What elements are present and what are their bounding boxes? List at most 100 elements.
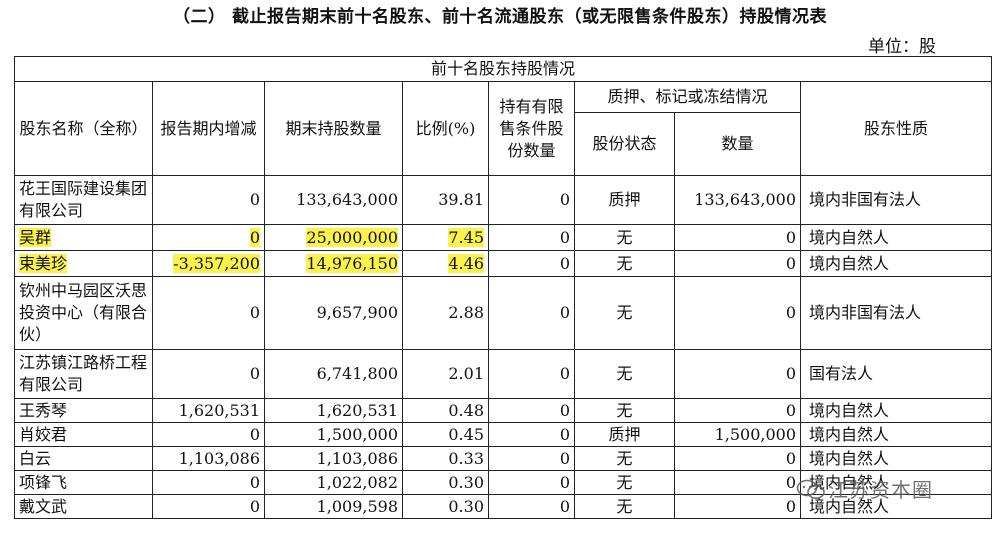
page-title: （二） 截止报告期末前十名股东、前十名流通股东（或无限售条件股东）持股情况表 bbox=[173, 7, 827, 27]
cell-restricted: 0 bbox=[488, 446, 575, 471]
cell-qty: 0 bbox=[674, 446, 801, 471]
header-pledge-group: 质押、标记或冻结情况 bbox=[574, 81, 801, 113]
table-row: 江苏镇江路桥工程有限公司 0 6,741,800 2.01 0 无 0 国有法人 bbox=[14, 349, 993, 399]
cell-ratio: 39.81 bbox=[402, 175, 489, 225]
cell-restricted: 0 bbox=[488, 224, 575, 251]
cell-change: 0 bbox=[152, 175, 265, 225]
cell-change: 1,620,531 bbox=[152, 398, 265, 423]
cell-status: 无 bbox=[574, 349, 675, 399]
cell-qty: 1,500,000 bbox=[674, 422, 801, 447]
cell-qty: 0 bbox=[674, 470, 801, 495]
cell-holdings: 9,657,900 bbox=[264, 276, 403, 350]
cell-ratio: 0.33 bbox=[402, 446, 489, 471]
watermark-text: 江苏资本圈 bbox=[828, 478, 933, 502]
cell-nature: 境内非国有法人 bbox=[799, 175, 993, 225]
cell-holdings: 6,741,800 bbox=[264, 349, 403, 399]
cell-name: 项锋飞 bbox=[14, 470, 153, 495]
watermark: 江苏资本圈 bbox=[796, 474, 933, 503]
cell-restricted: 0 bbox=[488, 250, 575, 277]
cell-name: 钦州中马园区沃思投资中心（有限合伙） bbox=[14, 276, 153, 350]
cell-status: 无 bbox=[574, 224, 675, 251]
header-pledge-qty: 数量 bbox=[674, 112, 801, 176]
cell-nature: 境内自然人 bbox=[799, 398, 993, 423]
cell-name: 戴文武 bbox=[14, 494, 153, 519]
header-ratio: 比例(%) bbox=[402, 81, 489, 176]
cell-restricted: 0 bbox=[488, 349, 575, 399]
cell-status: 无 bbox=[574, 398, 675, 423]
cell-name: 肖姣君 bbox=[14, 422, 153, 447]
cell-nature: 境内非国有法人 bbox=[799, 276, 993, 350]
cell-qty: 0 bbox=[674, 494, 801, 519]
cell-status: 无 bbox=[574, 446, 675, 471]
cell-status: 无 bbox=[574, 470, 675, 495]
cell-qty: 0 bbox=[674, 224, 801, 251]
cell-ratio: 4.46 bbox=[448, 253, 484, 273]
table-row: 束美珍 -3,357,200 14,976,150 4.46 0 无 0 境内自… bbox=[14, 250, 993, 277]
cell-ratio: 2.01 bbox=[402, 349, 489, 399]
cell-change: 0 bbox=[152, 276, 265, 350]
cell-name: 花王国际建设集团有限公司 bbox=[14, 175, 153, 225]
cell-ratio: 0.48 bbox=[402, 398, 489, 423]
cell-status: 无 bbox=[574, 250, 675, 277]
cell-nature: 境内自然人 bbox=[799, 446, 993, 471]
header-name: 股东名称（全称） bbox=[14, 81, 153, 176]
cell-restricted: 0 bbox=[488, 494, 575, 519]
header-nature: 股东性质 bbox=[799, 81, 993, 176]
cell-nature: 国有法人 bbox=[799, 349, 993, 399]
table-row: 钦州中马园区沃思投资中心（有限合伙） 0 9,657,900 2.88 0 无 … bbox=[14, 276, 993, 350]
cell-nature: 境内自然人 bbox=[799, 250, 993, 277]
cell-ratio: 7.45 bbox=[448, 227, 484, 247]
header-pledge-status: 股份状态 bbox=[574, 112, 675, 176]
cell-restricted: 0 bbox=[488, 175, 575, 225]
unit-label: 单位：股 bbox=[868, 37, 936, 57]
cell-holdings: 133,643,000 bbox=[264, 175, 403, 225]
table-row: 吴群 0 25,000,000 7.45 0 无 0 境内自然人 bbox=[14, 224, 993, 251]
cell-change: 1,103,086 bbox=[152, 446, 265, 471]
cell-status: 质押 bbox=[574, 422, 675, 447]
cell-name: 白云 bbox=[14, 446, 153, 471]
header-restricted: 持有有限售条件股份数量 bbox=[488, 81, 575, 176]
table-row: 花王国际建设集团有限公司 0 133,643,000 39.81 0 质押 13… bbox=[14, 175, 993, 225]
cell-holdings: 25,000,000 bbox=[306, 227, 398, 247]
cell-holdings: 1,620,531 bbox=[264, 398, 403, 423]
cell-restricted: 0 bbox=[488, 470, 575, 495]
cell-change: 0 bbox=[152, 422, 265, 447]
cell-holdings: 1,009,598 bbox=[264, 494, 403, 519]
cell-status: 质押 bbox=[574, 175, 675, 225]
cell-qty: 0 bbox=[674, 349, 801, 399]
cell-nature: 境内自然人 bbox=[799, 422, 993, 447]
table-banner: 前十名股东持股情况 bbox=[13, 56, 993, 82]
cell-restricted: 0 bbox=[488, 398, 575, 423]
shareholder-table: 前十名股东持股情况 股东名称（全称） 报告期内增减 期末持股数量 比例(%) 持… bbox=[13, 56, 993, 519]
table-row: 白云 1,103,086 1,103,086 0.33 0 无 0 境内自然人 bbox=[14, 446, 993, 471]
cell-change: 0 bbox=[249, 227, 260, 247]
cell-change: -3,357,200 bbox=[173, 253, 260, 273]
cell-holdings: 14,976,150 bbox=[306, 253, 398, 273]
cell-qty: 0 bbox=[674, 250, 801, 277]
cell-ratio: 0.30 bbox=[402, 470, 489, 495]
wechat-icon bbox=[796, 479, 825, 499]
cell-name: 王秀琴 bbox=[14, 398, 153, 423]
table-row: 肖姣君 0 1,500,000 0.45 0 质押 1,500,000 境内自然… bbox=[14, 422, 993, 447]
cell-status: 无 bbox=[574, 494, 675, 519]
cell-change: 0 bbox=[152, 494, 265, 519]
cell-holdings: 1,103,086 bbox=[264, 446, 403, 471]
cell-restricted: 0 bbox=[488, 276, 575, 350]
cell-qty: 133,643,000 bbox=[674, 175, 801, 225]
cell-ratio: 0.45 bbox=[402, 422, 489, 447]
table-row: 王秀琴 1,620,531 1,620,531 0.48 0 无 0 境内自然人 bbox=[14, 398, 993, 423]
cell-nature: 境内自然人 bbox=[799, 224, 993, 251]
cell-status: 无 bbox=[574, 276, 675, 350]
cell-ratio: 2.88 bbox=[402, 276, 489, 350]
header-change: 报告期内增减 bbox=[152, 81, 265, 176]
cell-holdings: 1,500,000 bbox=[264, 422, 403, 447]
cell-ratio: 0.30 bbox=[402, 494, 489, 519]
cell-name: 束美珍 bbox=[19, 253, 68, 273]
cell-qty: 0 bbox=[674, 276, 801, 350]
cell-name: 吴群 bbox=[19, 227, 52, 247]
cell-qty: 0 bbox=[674, 398, 801, 423]
cell-holdings: 1,022,082 bbox=[264, 470, 403, 495]
header-holdings: 期末持股数量 bbox=[264, 81, 403, 176]
cell-name: 江苏镇江路桥工程有限公司 bbox=[14, 349, 153, 399]
cell-restricted: 0 bbox=[488, 422, 575, 447]
